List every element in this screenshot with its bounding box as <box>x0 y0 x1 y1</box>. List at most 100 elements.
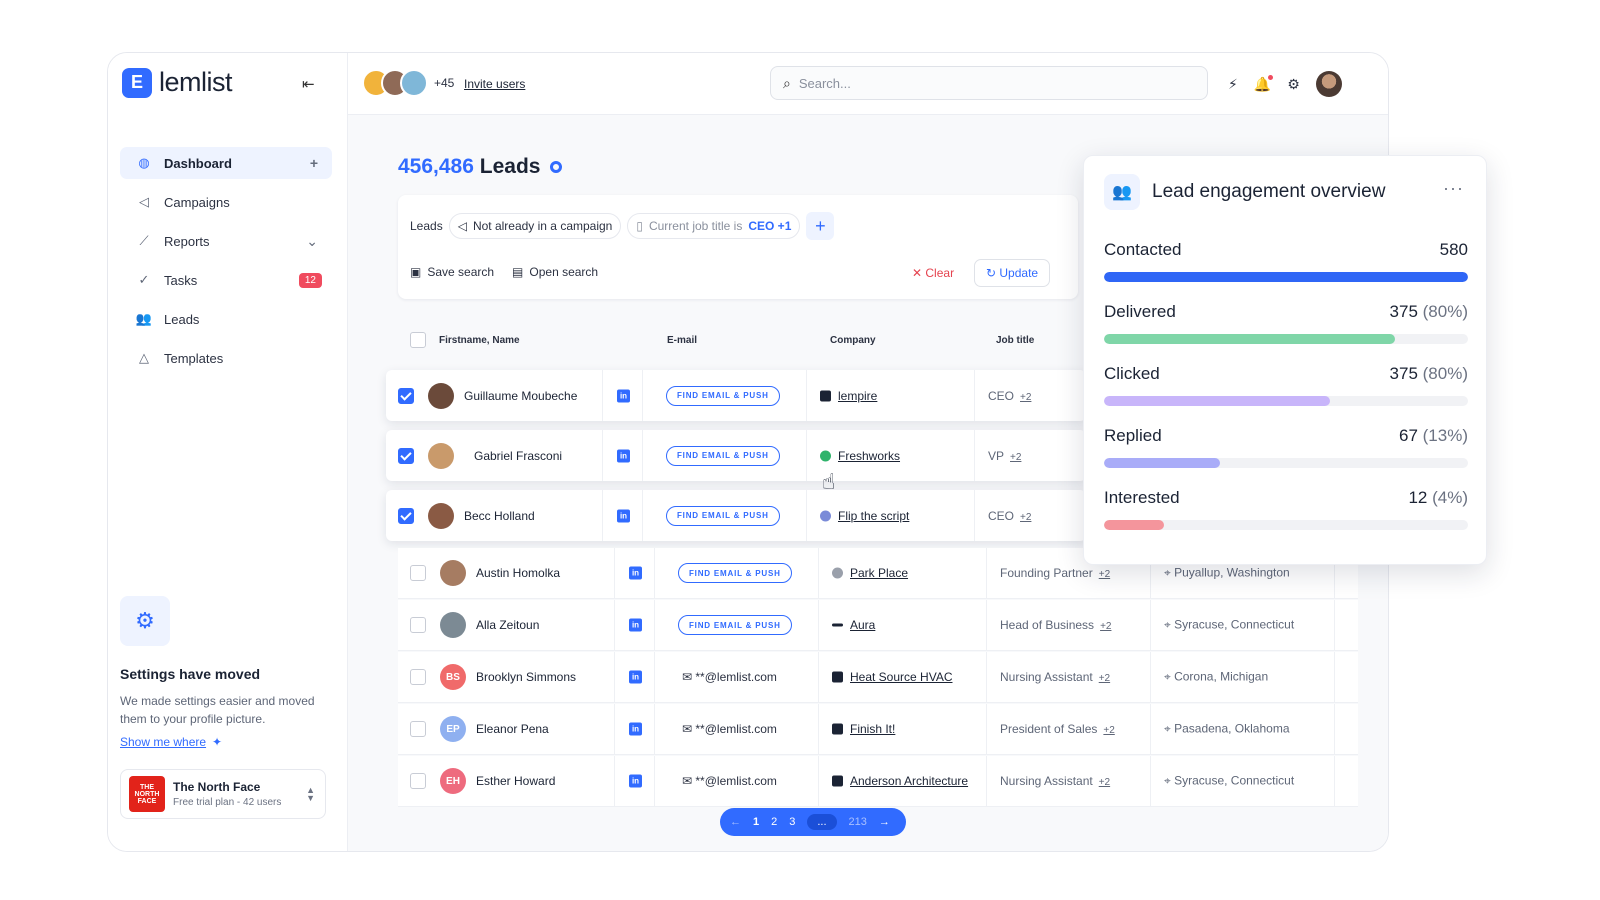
job-title: Head of Business +2 <box>1000 618 1111 632</box>
table-row[interactable]: Alla Zeitoun in FIND EMAIL & PUSH Aura H… <box>398 600 1358 651</box>
column-header[interactable]: Company <box>830 335 876 346</box>
table-row[interactable]: BS Brooklyn Simmons in ✉ **@lemlist.com … <box>398 652 1358 703</box>
linkedin-icon[interactable]: in <box>617 509 630 522</box>
lead-name[interactable]: Guillaume Moubeche <box>464 389 577 403</box>
company-link[interactable]: Anderson Architecture <box>850 774 968 788</box>
linkedin-icon[interactable]: in <box>617 389 630 402</box>
collapse-sidebar-icon[interactable]: ⇤ <box>302 75 315 93</box>
find-email-button[interactable]: FIND EMAIL & PUSH <box>666 505 780 526</box>
leads-count: 456,486 <box>398 155 474 178</box>
row-checkbox[interactable] <box>398 447 414 464</box>
sidebar-item-leads[interactable]: 👥 Leads <box>120 303 332 335</box>
page-ellipsis[interactable]: ... <box>807 814 837 830</box>
chevron-down-icon[interactable]: ⌄ <box>306 233 318 250</box>
job-more-link[interactable]: +2 <box>1103 725 1114 736</box>
next-page-button[interactable]: → <box>879 816 890 828</box>
brand-logo[interactable]: E lemlist <box>122 67 233 98</box>
select-all-checkbox[interactable] <box>410 332 426 348</box>
job-more-link[interactable]: +2 <box>1020 392 1031 403</box>
company-link[interactable]: lempire <box>838 389 877 403</box>
company-link[interactable]: Finish It! <box>850 722 895 736</box>
save-search-button[interactable]: ▣ Save search <box>410 265 494 279</box>
row-checkbox[interactable] <box>410 565 426 581</box>
sidebar-item-dashboard[interactable]: ◍ Dashboard + <box>120 147 332 179</box>
row-checkbox[interactable] <box>410 773 426 789</box>
company-link[interactable]: Freshworks <box>838 449 900 463</box>
sidebar-item-campaigns[interactable]: ◁ Campaigns <box>120 186 332 218</box>
search-input[interactable] <box>798 75 1179 91</box>
clear-button[interactable]: ✕ Clear <box>912 266 954 280</box>
lead-name[interactable]: Eleanor Pena <box>476 722 549 736</box>
sidebar-item-tasks[interactable]: ✓ Tasks 12 <box>120 264 332 296</box>
lead-name[interactable]: Esther Howard <box>476 774 555 788</box>
page-3-button[interactable]: 3 <box>789 816 795 828</box>
linkedin-icon[interactable]: in <box>629 722 642 736</box>
row-checkbox[interactable] <box>410 721 426 737</box>
row-checkbox[interactable] <box>410 617 426 633</box>
sidebar-item-templates[interactable]: △ Templates <box>120 342 332 374</box>
job-more-link[interactable]: +2 <box>1100 621 1111 632</box>
prev-page-button[interactable]: ← <box>730 816 741 828</box>
bell-icon[interactable]: 🔔 <box>1254 74 1274 93</box>
find-email-button[interactable]: FIND EMAIL & PUSH <box>666 445 780 466</box>
lightning-icon[interactable]: ⚡ <box>1228 76 1238 93</box>
profile-avatar[interactable] <box>1315 71 1342 97</box>
table-row[interactable]: EH Esther Howard in ✉ **@lemlist.com And… <box>398 756 1358 807</box>
find-email-button[interactable]: FIND EMAIL & PUSH <box>678 563 792 583</box>
row-checkbox[interactable] <box>398 387 414 404</box>
linkedin-icon[interactable]: in <box>629 670 642 684</box>
more-options-icon[interactable]: ··· <box>1443 178 1464 199</box>
company-link[interactable]: Flip the script <box>838 509 909 523</box>
lead-name[interactable]: Alla Zeitoun <box>476 618 539 632</box>
open-search-button[interactable]: ▤ Open search <box>512 265 598 279</box>
table-row[interactable]: Becc Holland in FIND EMAIL & PUSH Flip t… <box>386 490 1086 541</box>
linkedin-icon[interactable]: in <box>629 618 642 632</box>
add-filter-button[interactable]: + <box>806 212 835 240</box>
linkedin-icon[interactable]: in <box>617 449 630 462</box>
company-link[interactable]: Park Place <box>850 566 908 580</box>
table-row[interactable]: EP Eleanor Pena in ✉ **@lemlist.com Fini… <box>398 704 1358 755</box>
linkedin-icon[interactable]: in <box>629 774 642 788</box>
filter-chip-campaign[interactable]: ◁ Not already in a campaign <box>448 213 622 239</box>
column-header[interactable]: E-mail <box>667 335 697 346</box>
column-header[interactable]: Firstname, Name <box>439 335 520 346</box>
job-more-link[interactable]: +2 <box>1099 569 1110 580</box>
lead-engagement-panel: 👥 Lead engagement overview ··· Contacted… <box>1083 155 1487 565</box>
row-checkbox[interactable] <box>398 507 414 524</box>
linkedin-icon[interactable]: in <box>629 566 642 580</box>
page-1-button[interactable]: 1 <box>753 816 759 828</box>
find-email-button[interactable]: FIND EMAIL & PUSH <box>666 385 780 406</box>
lead-name[interactable]: Becc Holland <box>464 509 535 523</box>
workspace-plan: Free trial plan - 42 users <box>173 797 282 808</box>
company-link[interactable]: Heat Source HVAC <box>850 670 953 684</box>
close-icon: ✕ <box>912 266 926 280</box>
lead-name[interactable]: Gabriel Frasconi <box>474 449 562 463</box>
team-avatars[interactable]: +45 <box>362 69 454 97</box>
table-row[interactable]: Guillaume Moubeche in FIND EMAIL & PUSH … <box>386 370 1086 421</box>
job-more-link[interactable]: +2 <box>1020 512 1031 523</box>
gear-icon[interactable]: ⚙ <box>1287 76 1300 93</box>
company-link[interactable]: Aura <box>850 618 875 632</box>
job-more-link[interactable]: +2 <box>1010 452 1021 463</box>
row-checkbox[interactable] <box>410 669 426 685</box>
lead-name[interactable]: Brooklyn Simmons <box>476 670 576 684</box>
column-header[interactable]: Job title <box>996 335 1034 346</box>
job-more-link[interactable]: +2 <box>1099 673 1110 684</box>
metric-label: Contacted <box>1104 240 1182 259</box>
info-icon[interactable] <box>550 161 563 174</box>
invite-users-link[interactable]: Invite users <box>464 77 525 91</box>
add-icon[interactable]: + <box>310 155 318 171</box>
page-2-button[interactable]: 2 <box>771 816 777 828</box>
divider <box>642 370 643 421</box>
lead-name[interactable]: Austin Homolka <box>476 566 560 580</box>
update-button[interactable]: ↻ Update <box>974 259 1051 287</box>
filter-chip-job-title[interactable]: ▯ Current job title is CEO +1 <box>627 213 801 239</box>
last-page-button[interactable]: 213 <box>849 816 867 828</box>
find-email-button[interactable]: FIND EMAIL & PUSH <box>678 615 792 635</box>
sidebar-item-label: Tasks <box>164 272 198 288</box>
show-me-where-link[interactable]: Show me where <box>120 735 206 749</box>
sidebar-item-reports[interactable]: ⟋ Reports ⌄ <box>120 225 332 257</box>
table-row[interactable]: Gabriel Frasconi in FIND EMAIL & PUSH Fr… <box>386 430 1086 481</box>
workspace-switcher[interactable]: THE NORTH FACE The North Face Free trial… <box>120 769 326 819</box>
job-more-link[interactable]: +2 <box>1099 777 1110 788</box>
